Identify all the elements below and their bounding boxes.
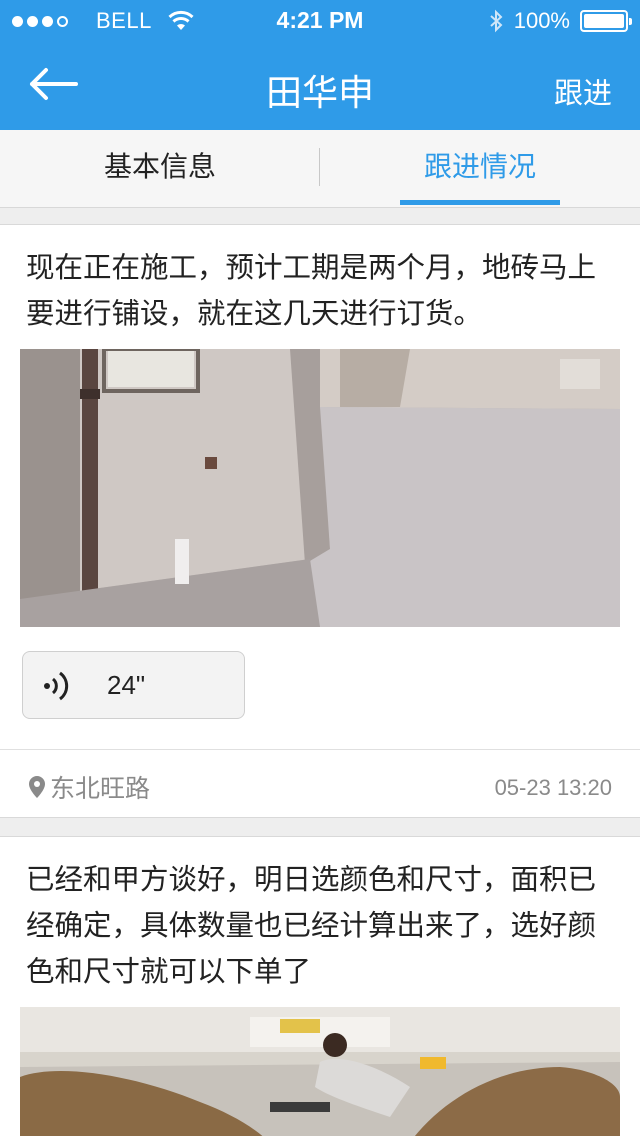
status-right: 100% — [488, 8, 632, 34]
active-tab-indicator — [400, 200, 560, 205]
navigation-bar: 田华申 跟进 — [0, 40, 640, 130]
battery-percent: 100% — [513, 8, 570, 33]
follow-up-card: 已经和甲方谈好，明日选颜色和尺寸，面积已经确定，具体数量也已经计算出来了，选好颜… — [0, 836, 640, 1136]
voice-message[interactable]: 24" — [22, 651, 245, 719]
tab-basic-info[interactable]: 基本信息 — [0, 130, 320, 208]
tab-bar: 基本信息 跟进情况 — [0, 130, 640, 208]
voice-duration: 24" — [107, 670, 146, 700]
card-divider — [0, 749, 640, 750]
location: 东北旺路 — [28, 769, 150, 805]
post-photo[interactable] — [20, 1007, 620, 1136]
post-text: 已经和甲方谈好，明日选颜色和尺寸，面积已经确定，具体数量也已经计算出来了，选好颜… — [26, 863, 597, 988]
location-text: 东北旺路 — [50, 774, 151, 803]
battery-icon — [580, 10, 632, 32]
location-pin-icon — [29, 776, 45, 798]
page-title: 田华申 — [265, 73, 374, 114]
status-bar: BELL 4:21 PM 100% — [0, 0, 640, 40]
voice-wave-icon — [44, 671, 69, 701]
post-photo[interactable] — [20, 349, 620, 627]
post-timestamp: 05-23 13:20 — [494, 775, 612, 800]
bluetooth-icon — [490, 9, 503, 33]
tab-follow-up[interactable]: 跟进情况 — [320, 130, 640, 208]
post-text: 现在正在施工，预计工期是两个月，地砖马上要进行铺设，就在这几天进行订货。 — [26, 251, 597, 330]
follow-up-button[interactable]: 跟进 — [554, 70, 612, 112]
follow-up-card: 现在正在施工，预计工期是两个月，地砖马上要进行铺设，就在这几天进行订货。 24"… — [0, 224, 640, 818]
